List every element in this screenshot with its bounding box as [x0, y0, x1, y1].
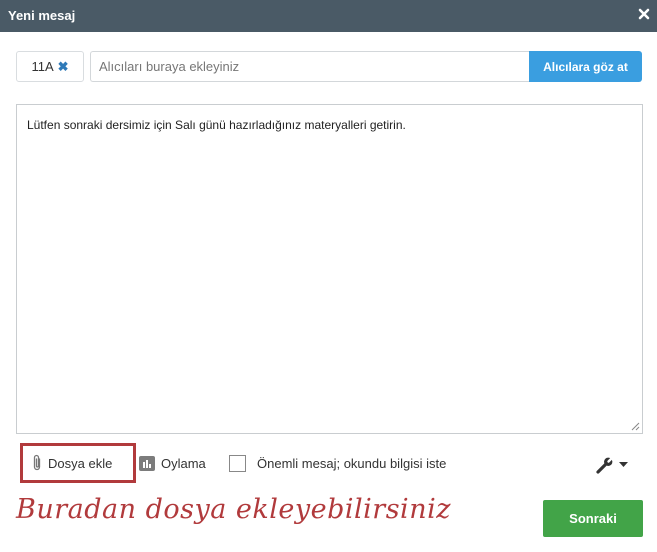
- attach-file-button[interactable]: Dosya ekle: [20, 443, 136, 483]
- close-icon[interactable]: [637, 7, 651, 21]
- poll-button[interactable]: Oylama: [139, 454, 206, 472]
- browse-recipients-button[interactable]: Alıcılara göz at: [529, 51, 642, 82]
- tools-dropdown[interactable]: [595, 455, 635, 475]
- message-body: Lütfen sonraki dersimiz için Salı günü h…: [27, 118, 406, 132]
- poll-label: Oylama: [161, 455, 206, 471]
- attach-file-label: Dosya ekle: [48, 455, 113, 471]
- bar-chart-icon: [139, 455, 155, 471]
- resize-grip-icon[interactable]: [631, 422, 640, 431]
- important-message-option: Önemli mesaj; okundu bilgisi iste: [229, 454, 446, 472]
- recipient-chip[interactable]: 11A ✖: [16, 51, 84, 82]
- recipient-chip-label: 11A: [31, 59, 54, 74]
- remove-recipient-icon[interactable]: ✖: [58, 59, 69, 75]
- important-label: Önemli mesaj; okundu bilgisi iste: [257, 455, 447, 471]
- wrench-icon: [596, 456, 614, 474]
- annotation-hint: Buradan dosya ekleyebilirsiniz: [16, 494, 451, 525]
- recipient-input[interactable]: [90, 51, 530, 82]
- important-checkbox[interactable]: [229, 454, 246, 472]
- dialog-titlebar: Yeni mesaj: [0, 0, 657, 32]
- paperclip-icon: [33, 454, 41, 471]
- dialog-title: Yeni mesaj: [8, 8, 76, 23]
- caret-down-icon: [619, 462, 628, 467]
- message-textarea[interactable]: Lütfen sonraki dersimiz için Salı günü h…: [16, 104, 643, 434]
- next-button[interactable]: Sonraki: [543, 500, 643, 537]
